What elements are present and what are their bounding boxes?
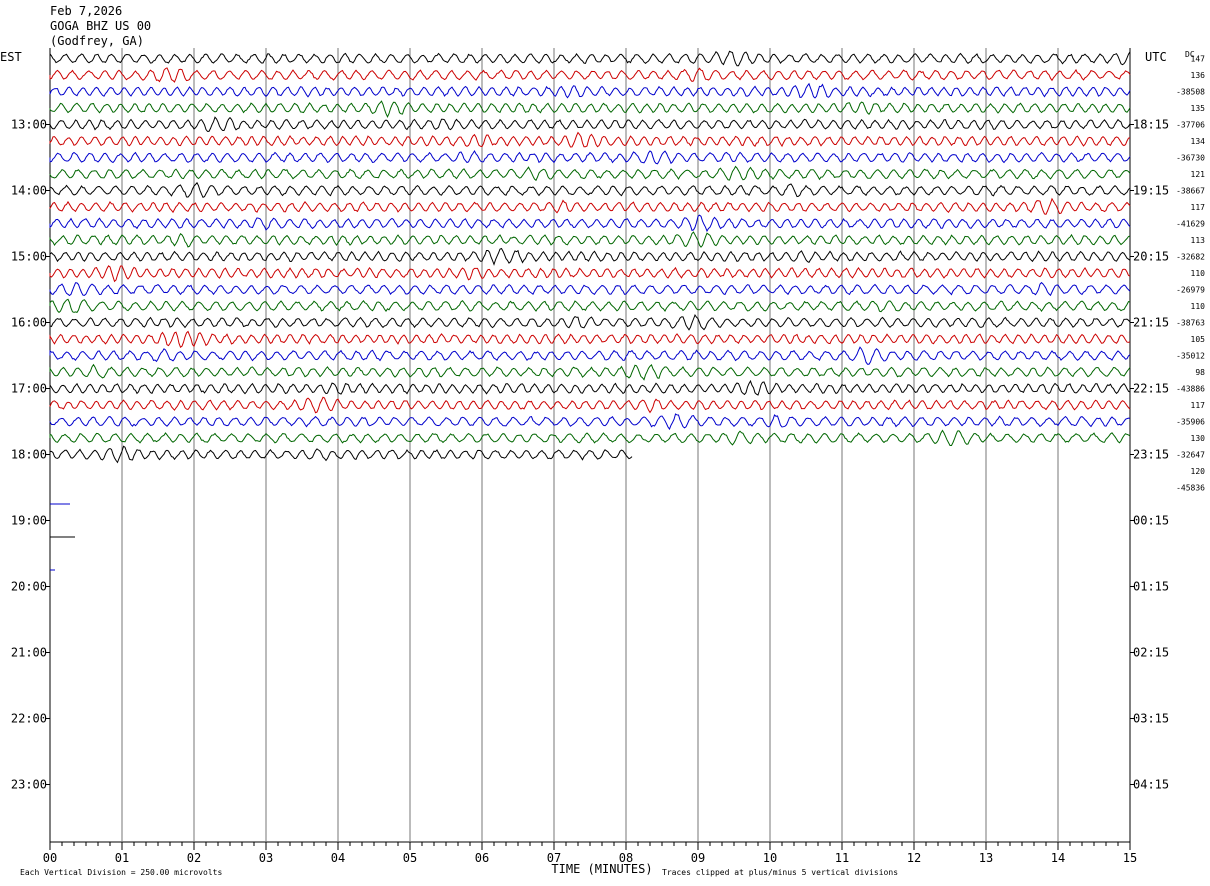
seismic-trace [49, 281, 1131, 297]
dc-offset-label: -35906 [1176, 418, 1205, 427]
dc-offset-label: 147 [1191, 55, 1206, 64]
left-hour-label: 20:00 [11, 580, 47, 594]
left-hour-label: 19:00 [11, 514, 47, 528]
helicorder-plot: 00 01 02 03 04 05 06 07 08 09 10 11 12 13 14 15TIME (MI… [0, 48, 1206, 877]
clip-note: Traces clipped at plus/minus 5 vertical … [662, 868, 898, 877]
x-tick-label: 15 [1123, 851, 1137, 865]
right-timezone-label: UTC [1145, 50, 1167, 64]
x-tick-label: 00 [43, 851, 57, 865]
seismic-trace [49, 165, 1131, 182]
left-hour-label: 23:00 [11, 778, 47, 792]
dc-offset-label: -26979 [1176, 286, 1205, 295]
x-axis-label: TIME (MINUTES) [551, 862, 652, 876]
seismic-trace [49, 298, 1131, 314]
right-hour-label: 21:15 [1133, 316, 1169, 330]
seismic-trace [49, 330, 1131, 348]
dc-offset-label: 120 [1191, 467, 1206, 476]
dc-offset-label: -38763 [1176, 319, 1205, 328]
left-timezone-label: EST [0, 50, 22, 64]
seismic-trace [49, 231, 1131, 248]
dc-offset-label: 130 [1191, 434, 1206, 443]
seismic-trace [49, 197, 1131, 215]
dc-offset-label: -32647 [1176, 451, 1205, 460]
seismic-trace [49, 346, 1131, 365]
left-hour-label: 13:00 [11, 118, 47, 132]
seismic-trace [49, 150, 1131, 165]
dc-offset-label: 136 [1191, 71, 1206, 80]
dc-offset-label: -41629 [1176, 220, 1205, 229]
left-hour-label: 14:00 [11, 184, 47, 198]
dc-offset-label: 117 [1191, 203, 1206, 212]
seismic-trace [49, 131, 1131, 148]
dc-offset-label: -37706 [1176, 121, 1205, 130]
seismic-trace [49, 445, 633, 464]
seismic-trace [49, 82, 1131, 99]
right-hour-label: 19:15 [1133, 184, 1169, 198]
right-hour-label: 00:15 [1133, 514, 1169, 528]
right-hour-label: 02:15 [1133, 646, 1169, 660]
right-hour-label: 18:15 [1133, 118, 1169, 132]
x-tick-label: 02 [187, 851, 201, 865]
left-hour-label: 16:00 [11, 316, 47, 330]
seismic-trace [49, 396, 1131, 414]
dc-offset-label: 113 [1191, 236, 1206, 245]
seismic-trace [49, 265, 1131, 283]
right-hour-label: 20:15 [1133, 250, 1169, 264]
x-tick-label: 09 [691, 851, 705, 865]
seismic-trace [49, 247, 1131, 266]
dc-offset-label: -45836 [1176, 484, 1205, 493]
seismic-trace [49, 314, 1131, 331]
seismic-trace [49, 116, 1131, 132]
dc-offset-label: 134 [1191, 137, 1206, 146]
dc-offset-label: 105 [1191, 335, 1206, 344]
dc-offset-label: -38508 [1176, 88, 1205, 97]
x-tick-label: 06 [475, 851, 489, 865]
x-tick-label: 11 [835, 851, 849, 865]
right-hour-label: 23:15 [1133, 448, 1169, 462]
seismic-trace [49, 214, 1131, 233]
x-tick-label: 03 [259, 851, 273, 865]
seismic-trace [49, 67, 1131, 83]
dc-offset-label: 110 [1191, 302, 1206, 311]
seismic-trace [49, 100, 1131, 118]
right-hour-label: 22:15 [1133, 382, 1169, 396]
dc-offset-label: -32682 [1176, 253, 1205, 262]
x-tick-label: 10 [763, 851, 777, 865]
left-hour-label: 22:00 [11, 712, 47, 726]
seismic-trace [49, 181, 1131, 198]
dc-offset-label: 110 [1191, 269, 1206, 278]
right-hour-label: 01:15 [1133, 580, 1169, 594]
dc-offset-label: 117 [1191, 401, 1206, 410]
seismic-trace [49, 379, 1131, 396]
dc-offset-label: 121 [1191, 170, 1206, 179]
x-tick-label: 04 [331, 851, 345, 865]
dc-offset-label: -38667 [1176, 187, 1205, 196]
right-hour-label: 04:15 [1133, 778, 1169, 792]
dc-offset-label: 98 [1195, 368, 1205, 377]
left-hour-label: 18:00 [11, 448, 47, 462]
left-hour-label: 17:00 [11, 382, 47, 396]
dc-offset-label: -36730 [1176, 154, 1205, 163]
seismic-trace [49, 429, 1131, 446]
x-tick-label: 12 [907, 851, 921, 865]
scale-note: Each Vertical Division = 250.00 microvol… [20, 868, 222, 877]
right-hour-label: 03:15 [1133, 712, 1169, 726]
dc-offset-label: -35012 [1176, 352, 1205, 361]
x-tick-label: 14 [1051, 851, 1065, 865]
dc-offset-label: -43886 [1176, 385, 1205, 394]
x-tick-label: 13 [979, 851, 993, 865]
seismic-trace [49, 50, 1131, 67]
x-tick-label: 05 [403, 851, 417, 865]
left-hour-label: 21:00 [11, 646, 47, 660]
left-hour-label: 15:00 [11, 250, 47, 264]
seismic-trace [49, 363, 1131, 381]
seismic-trace [49, 413, 1131, 431]
dc-offset-label: 135 [1191, 104, 1206, 113]
x-tick-label: 01 [115, 851, 129, 865]
